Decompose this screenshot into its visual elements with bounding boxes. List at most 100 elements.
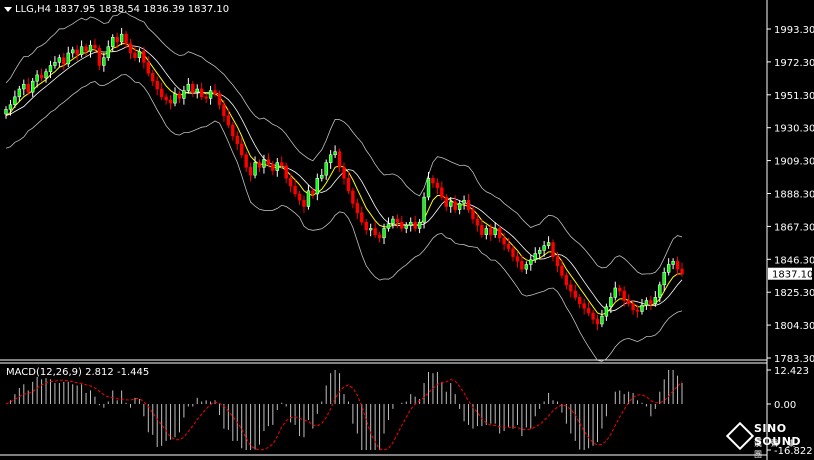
candle	[409, 217, 413, 232]
candle	[373, 222, 377, 238]
candle	[159, 82, 164, 100]
candle	[124, 31, 128, 49]
candle	[395, 214, 400, 229]
candle	[591, 309, 595, 325]
candle	[231, 121, 235, 141]
candle	[22, 79, 26, 96]
candle	[586, 302, 591, 317]
candle	[284, 162, 288, 184]
candle	[675, 256, 680, 276]
candle	[484, 225, 489, 240]
candle	[524, 261, 529, 274]
price-tick-label: 1825.30	[774, 288, 814, 299]
price-tick-label: 1888.30	[774, 190, 814, 201]
candle	[511, 245, 515, 262]
candle	[204, 93, 208, 104]
bollinger-bands	[5, 11, 683, 362]
candle	[302, 195, 306, 213]
candle	[244, 151, 248, 173]
candle	[462, 195, 466, 210]
candle	[137, 48, 142, 63]
candle	[453, 195, 457, 213]
candle	[240, 137, 244, 158]
candle	[275, 157, 279, 177]
candle	[537, 247, 542, 259]
candle	[337, 148, 342, 173]
candle	[573, 284, 577, 301]
candle	[466, 193, 471, 213]
chart-canvas[interactable]: 1993.30 1972.30 1951.30 1930.30 1909.30 1888.…	[0, 0, 814, 460]
candle	[97, 45, 102, 71]
candle	[30, 78, 35, 97]
candle	[400, 215, 404, 232]
candle	[497, 225, 502, 243]
lower-band-line	[5, 74, 683, 362]
candle	[257, 159, 262, 173]
candle	[417, 219, 422, 234]
logo-subtitle: 漢 聲 集 團	[754, 439, 799, 459]
price-tick-label: 1951.30	[774, 91, 814, 102]
candle	[475, 214, 480, 232]
macd-label: MACD(12,26,9)	[6, 367, 82, 378]
candle	[57, 54, 62, 68]
logo-diamond-icon	[725, 421, 755, 451]
candle	[426, 172, 431, 201]
macd-tick-label: 12.423	[774, 366, 809, 377]
candle	[600, 309, 604, 328]
price-tick-label: 1909.30	[774, 157, 814, 168]
price-axis: 1993.30 1972.30 1951.30 1930.30 1909.30 1888.…	[767, 25, 814, 365]
macd-tick-label: 0.00	[774, 400, 796, 411]
candle	[195, 84, 199, 99]
candle	[119, 27, 124, 46]
candle	[346, 172, 351, 194]
price-tick-label: 1804.30	[774, 321, 814, 332]
candle	[640, 298, 644, 315]
candle	[368, 223, 373, 237]
candle	[235, 131, 239, 151]
candle	[106, 40, 110, 61]
candle	[644, 297, 649, 310]
candle	[364, 219, 368, 235]
candle	[199, 82, 204, 100]
candle	[177, 90, 182, 104]
macd-signal-value: -1.445	[116, 367, 150, 378]
candle	[151, 70, 155, 86]
candle	[208, 85, 213, 105]
candle	[191, 81, 195, 97]
candle	[342, 162, 346, 185]
candle	[297, 190, 302, 205]
candle	[658, 281, 662, 303]
candle	[377, 231, 382, 243]
candle	[324, 159, 328, 180]
price-tick-label: 1972.30	[774, 58, 814, 69]
low-value: 1836.39	[143, 4, 185, 15]
candle	[164, 93, 168, 105]
dropdown-triangle-icon[interactable]	[4, 6, 12, 12]
candle	[351, 187, 355, 209]
candle	[551, 239, 555, 262]
high-value: 1838.54	[98, 4, 141, 15]
candle	[17, 85, 22, 102]
candle	[604, 303, 609, 321]
symbol-label: LLG,H4	[15, 4, 51, 15]
candle	[315, 173, 320, 201]
candle	[578, 294, 582, 309]
candle	[155, 76, 159, 96]
candle	[671, 258, 675, 270]
price-tick-label: 1993.30	[774, 25, 814, 36]
candle	[222, 99, 226, 122]
chart-header: LLG,H4 1837.95 1838.54 1836.39 1837.10	[4, 4, 229, 15]
candle	[431, 175, 435, 188]
candle	[569, 280, 573, 298]
macd-main-value: 2.812	[85, 367, 114, 378]
candle	[529, 255, 533, 271]
last-price-label: 1837.10	[772, 270, 813, 281]
candle	[360, 206, 364, 226]
candle	[444, 193, 448, 212]
candle	[435, 178, 440, 194]
candle	[128, 38, 133, 60]
candle	[39, 68, 44, 82]
macd-header: MACD(12,26,9) 2.812 -1.445	[6, 367, 149, 378]
candle	[53, 56, 57, 69]
candle	[618, 284, 622, 296]
